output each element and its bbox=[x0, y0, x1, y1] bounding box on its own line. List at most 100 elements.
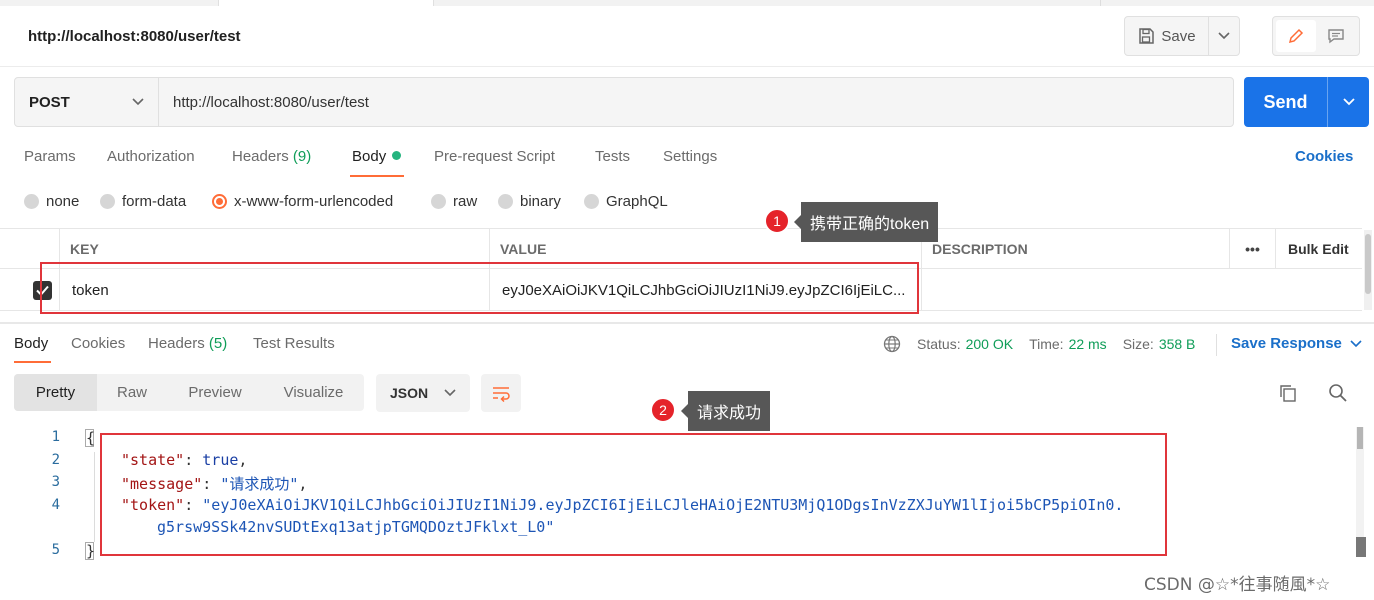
more-options-icon[interactable]: ••• bbox=[1229, 229, 1275, 269]
save-response-label: Save Response bbox=[1231, 335, 1342, 352]
chevron-down-icon bbox=[444, 389, 456, 397]
size-label: Size: bbox=[1122, 336, 1154, 352]
search-icon[interactable] bbox=[1328, 383, 1348, 406]
pencil-icon bbox=[1288, 28, 1304, 44]
tab-authorization[interactable]: Authorization bbox=[107, 148, 195, 165]
language-select[interactable]: JSON bbox=[376, 374, 470, 412]
format-raw[interactable]: Raw bbox=[97, 374, 167, 411]
radio-binary[interactable]: binary bbox=[498, 193, 561, 210]
bulk-edit-button[interactable]: Bulk Edit bbox=[1275, 229, 1362, 269]
radio-circle-selected bbox=[212, 194, 227, 209]
column-description: DESCRIPTION bbox=[921, 229, 1229, 269]
body-indicator-dot bbox=[392, 151, 402, 160]
scrollbar-thumb[interactable] bbox=[1357, 427, 1363, 449]
json-close-brace: } bbox=[85, 542, 96, 560]
format-tabs: Pretty Raw Preview Visualize bbox=[14, 374, 364, 411]
line-number: 4 bbox=[51, 497, 60, 513]
scrollbar-marker bbox=[1356, 537, 1366, 557]
response-tab-headers[interactable]: Headers (5) bbox=[148, 335, 227, 352]
radio-none[interactable]: none bbox=[24, 193, 79, 210]
radio-urlencoded[interactable]: x-www-form-urlencoded bbox=[212, 193, 393, 210]
comment-mode-button[interactable] bbox=[1316, 20, 1356, 52]
status-label: Status: bbox=[917, 336, 961, 352]
radio-label: raw bbox=[453, 193, 478, 210]
params-scrollbar[interactable] bbox=[1364, 230, 1372, 310]
callout-tooltip-1: 携带正确的token bbox=[793, 202, 939, 242]
globe-icon[interactable] bbox=[883, 335, 901, 353]
line-number: 3 bbox=[51, 474, 60, 490]
line-number: 2 bbox=[51, 452, 60, 468]
pane-divider[interactable] bbox=[0, 322, 1374, 324]
editor-scrollbar[interactable] bbox=[1356, 427, 1366, 557]
method-label: POST bbox=[29, 93, 70, 111]
radio-raw[interactable]: raw bbox=[431, 193, 477, 210]
callout-number-2: 2 bbox=[650, 397, 676, 423]
edit-mode-button[interactable] bbox=[1276, 20, 1316, 52]
header-divider bbox=[0, 66, 1374, 67]
method-select[interactable]: POST bbox=[15, 78, 159, 126]
tab-settings[interactable]: Settings bbox=[663, 148, 717, 165]
radio-label: binary bbox=[520, 193, 561, 210]
save-label: Save bbox=[1161, 27, 1196, 45]
url-input[interactable]: http://localhost:8080/user/test bbox=[159, 78, 1233, 126]
radio-graphql[interactable]: GraphQL bbox=[584, 193, 668, 210]
radio-label: none bbox=[46, 193, 80, 210]
mode-toggle bbox=[1272, 16, 1360, 56]
chevron-down-icon bbox=[132, 98, 144, 106]
wrap-lines-button[interactable] bbox=[481, 374, 521, 412]
chevron-down-icon bbox=[1218, 32, 1230, 40]
tab-separator bbox=[1100, 0, 1101, 6]
line-number: 1 bbox=[51, 429, 60, 445]
format-pretty[interactable]: Pretty bbox=[14, 374, 97, 411]
line-number: 5 bbox=[51, 542, 60, 558]
tab-body[interactable]: Body bbox=[352, 148, 402, 165]
save-options-button[interactable] bbox=[1209, 17, 1239, 55]
response-tab-cookies[interactable]: Cookies bbox=[71, 335, 125, 352]
format-visualize[interactable]: Visualize bbox=[263, 374, 364, 411]
radio-circle bbox=[24, 194, 39, 209]
watermark: CSDN @☆*往事随風*☆ bbox=[1144, 575, 1331, 595]
radio-label: GraphQL bbox=[606, 193, 668, 210]
save-response-button[interactable]: Save Response bbox=[1231, 335, 1362, 352]
cookies-link[interactable]: Cookies bbox=[1295, 148, 1353, 165]
copy-icon[interactable] bbox=[1278, 383, 1298, 406]
format-preview[interactable]: Preview bbox=[167, 374, 263, 411]
comment-icon bbox=[1328, 29, 1344, 44]
scrollbar-thumb[interactable] bbox=[1365, 234, 1371, 294]
send-options-button[interactable] bbox=[1328, 77, 1369, 127]
time-value: 22 ms bbox=[1068, 336, 1107, 352]
highlight-response bbox=[100, 433, 1167, 556]
param-description[interactable] bbox=[921, 269, 1362, 311]
indent-guide bbox=[94, 452, 95, 542]
radio-circle bbox=[584, 194, 599, 209]
tab-headers[interactable]: Headers (9) bbox=[232, 148, 311, 165]
radio-circle bbox=[498, 194, 513, 209]
response-tab-test-results[interactable]: Test Results bbox=[253, 335, 335, 352]
request-bar: POST http://localhost:8080/user/test bbox=[14, 77, 1234, 127]
response-tab-body[interactable]: Body bbox=[14, 335, 48, 352]
chevron-down-icon bbox=[1342, 98, 1355, 106]
save-button-group: Save bbox=[1124, 16, 1240, 56]
tab-headers-label: Headers bbox=[232, 148, 289, 165]
radio-label: form-data bbox=[122, 193, 187, 210]
send-button[interactable]: Send bbox=[1244, 77, 1328, 127]
active-request-tab[interactable] bbox=[218, 0, 434, 6]
save-icon bbox=[1139, 28, 1155, 44]
wrap-lines-icon bbox=[493, 387, 510, 402]
send-button-group: Send bbox=[1244, 77, 1369, 127]
tab-tests[interactable]: Tests bbox=[595, 148, 630, 165]
status-value: 200 OK bbox=[965, 336, 1014, 352]
chevron-down-icon bbox=[1350, 339, 1362, 347]
status-separator bbox=[1216, 334, 1217, 356]
size-value: 358 B bbox=[1158, 336, 1196, 352]
save-button[interactable]: Save bbox=[1125, 17, 1209, 55]
tab-prerequest-script[interactable]: Pre-request Script bbox=[434, 148, 555, 165]
radio-label: x-www-form-urlencoded bbox=[234, 193, 394, 210]
radio-form-data[interactable]: form-data bbox=[100, 193, 186, 210]
response-status-line: Status: 200 OK Time: 22 ms Size: 358 B bbox=[883, 335, 1195, 353]
active-tab-underline bbox=[350, 175, 404, 177]
callout-number-1: 1 bbox=[764, 208, 790, 234]
tab-headers-count: (9) bbox=[292, 148, 312, 165]
tab-body-label: Body bbox=[352, 148, 387, 165]
tab-params[interactable]: Params bbox=[24, 148, 76, 165]
